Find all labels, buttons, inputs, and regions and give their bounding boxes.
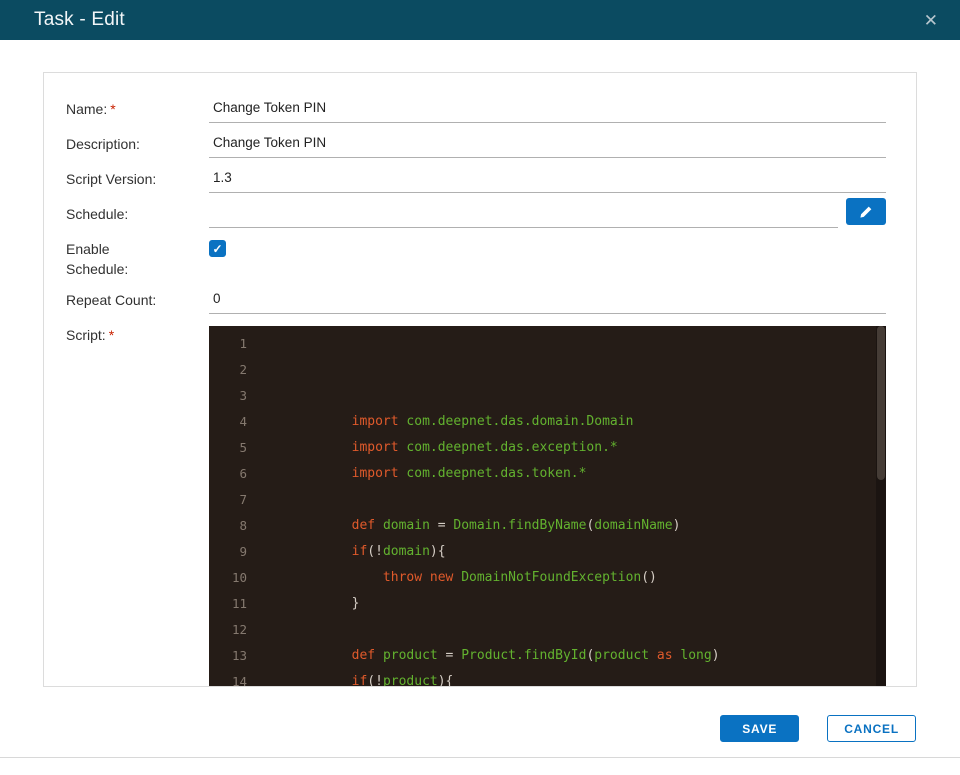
code-line: 12 — [209, 617, 886, 643]
name-label: Name: * — [66, 101, 116, 117]
code-text: throw new DomainNotFoundException() — [382, 570, 657, 585]
required-marker: * — [108, 327, 115, 343]
script-label: Script: * — [66, 327, 115, 343]
editor-scrollbar-thumb[interactable] — [877, 326, 885, 481]
line-number: 11 — [231, 596, 247, 611]
description-label: Description: — [66, 136, 140, 152]
close-icon[interactable]: ✕ — [924, 12, 938, 29]
code-text: def product = Product.findById(product a… — [351, 648, 720, 663]
schedule-input[interactable] — [209, 202, 838, 228]
code-text: if(!product){ — [351, 674, 454, 687]
line-number: 9 — [239, 544, 247, 559]
repeat-count-label: Repeat Count: — [66, 292, 157, 308]
code-line: 13 def product = Product.findById(produc… — [209, 643, 886, 669]
code-line: 3 — [209, 383, 886, 409]
code-line: 14 if(!product){ — [209, 669, 886, 687]
repeat-count-input[interactable] — [209, 288, 886, 314]
code-text: def domain = Domain.findByName(domainNam… — [351, 518, 681, 533]
save-button[interactable]: SAVE — [720, 715, 800, 742]
line-number: 12 — [231, 622, 247, 637]
code-lines: 1234 import com.deepnet.das.domain.Domai… — [209, 326, 886, 687]
modal-footer: SAVE CANCEL — [0, 715, 960, 742]
line-number: 4 — [239, 414, 247, 429]
code-text: import com.deepnet.das.domain.Domain — [351, 414, 634, 429]
description-row: Description: — [66, 132, 886, 167]
script-row: Script: * 1234 import com.deepnet.das.dom… — [66, 323, 886, 687]
code-line: 7 — [209, 487, 886, 513]
edit-schedule-button[interactable] — [846, 198, 886, 225]
code-line: 5 import com.deepnet.das.exception.* — [209, 435, 886, 461]
modal-bottom-edge — [0, 757, 960, 758]
modal-title: Task - Edit — [34, 9, 125, 30]
cancel-button[interactable]: CANCEL — [827, 715, 916, 742]
enable-schedule-label: Enable Schedule: — [66, 241, 129, 277]
enable-schedule-row: Enable Schedule: ✓ — [66, 237, 886, 288]
code-line: 2 — [209, 357, 886, 383]
code-text: if(!domain){ — [351, 544, 446, 559]
code-text: import com.deepnet.das.exception.* — [351, 440, 618, 455]
code-line: 11 } — [209, 591, 886, 617]
line-number: 5 — [239, 440, 247, 455]
enable-schedule-checkbox[interactable]: ✓ — [209, 240, 226, 257]
name-row: Name: * — [66, 97, 886, 132]
form-card: Name:* Description: Script Version: — [43, 72, 917, 687]
line-number: 3 — [239, 388, 247, 403]
code-line: 10 throw new DomainNotFoundException() — [209, 565, 886, 591]
schedule-row: Schedule: — [66, 198, 886, 237]
line-number: 7 — [239, 492, 247, 507]
line-number: 14 — [231, 674, 247, 687]
code-text: } — [289, 596, 360, 611]
code-editor[interactable]: 1234 import com.deepnet.das.domain.Domai… — [209, 326, 886, 687]
code-text: import com.deepnet.das.token.* — [351, 466, 587, 481]
schedule-label: Schedule: — [66, 206, 129, 222]
script-version-row: Script Version: — [66, 167, 886, 202]
code-line: 4 import com.deepnet.das.domain.Domain — [209, 409, 886, 435]
modal-header: Task - Edit ✕ — [0, 0, 960, 40]
line-number: 8 — [239, 518, 247, 533]
repeat-count-row: Repeat Count: — [66, 288, 886, 323]
code-line: 8 def domain = Domain.findByName(domainN… — [209, 513, 886, 539]
required-marker: * — [110, 101, 116, 117]
line-number: 2 — [239, 362, 247, 377]
script-version-label: Script Version: — [66, 171, 157, 187]
code-line: 6 import com.deepnet.das.token.* — [209, 461, 886, 487]
code-line: 1 — [209, 331, 886, 357]
script-version-input[interactable] — [209, 167, 886, 193]
name-input[interactable] — [209, 97, 886, 123]
line-number: 10 — [231, 570, 247, 585]
description-input[interactable] — [209, 132, 886, 158]
code-line: 9 if(!domain){ — [209, 539, 886, 565]
line-number: 13 — [231, 648, 247, 663]
line-number: 1 — [239, 336, 247, 351]
line-number: 6 — [239, 466, 247, 481]
task-edit-modal: Task - Edit ✕ Name:* Description: Script… — [0, 0, 960, 775]
pencil-icon — [859, 205, 873, 219]
editor-scrollbar[interactable] — [876, 326, 886, 686]
